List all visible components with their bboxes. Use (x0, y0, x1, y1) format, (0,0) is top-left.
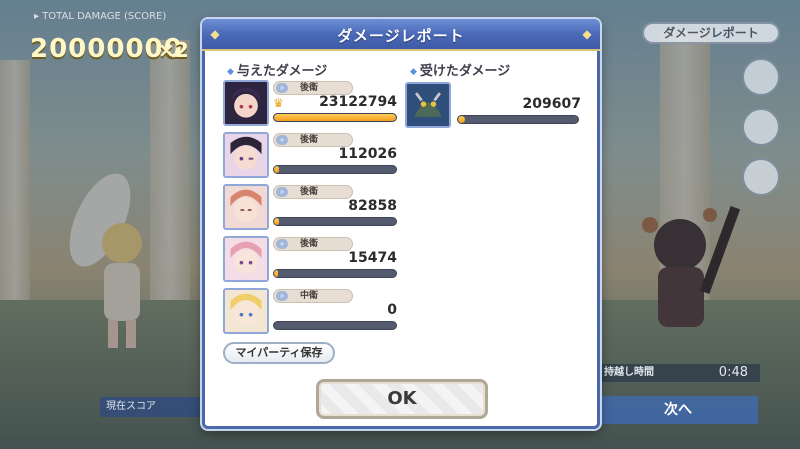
position-badge: » 後衛 (273, 185, 353, 199)
received-damage-header: ◆ 受けたダメージ (410, 60, 510, 79)
damage-value: 15474 (348, 250, 397, 266)
diamond-bullet-icon: ◆ (227, 67, 234, 77)
position-label: 中衛 (300, 291, 319, 301)
damage-value: 0 (387, 302, 397, 318)
position-icon: » (276, 83, 288, 93)
timer-label: 持越し時間 (604, 367, 654, 378)
boss-portrait[interactable] (405, 82, 451, 128)
dialog-title: ダメージレポート (337, 27, 465, 45)
damage-value: 82858 (348, 198, 397, 214)
damage-bar (273, 269, 397, 278)
position-badge: » 後衛 (273, 237, 353, 251)
damage-bar-fill (274, 218, 279, 225)
dealt-row: » 後衛 15474 (223, 236, 399, 282)
dealt-row: » 中衛 0 (223, 288, 399, 334)
damage-bar (273, 321, 397, 330)
damage-value: 23122794 (319, 94, 397, 110)
damage-report-button[interactable]: ダメージレポート (642, 22, 780, 44)
character-portrait[interactable] (223, 184, 269, 230)
position-label: 後衛 (300, 135, 319, 145)
damage-bar (273, 217, 397, 226)
position-label: 後衛 (300, 187, 319, 197)
next-button[interactable]: 次へ (598, 396, 758, 424)
position-icon: » (276, 135, 288, 145)
dealt-damage-header: ◆ 与えたダメージ (227, 60, 327, 79)
position-badge: » 中衛 (273, 289, 353, 303)
received-damage-value: 209607 (522, 96, 581, 112)
character-portrait[interactable] (223, 236, 269, 282)
crown-icon: ♛ (273, 96, 284, 110)
damage-bar-fill (274, 114, 396, 121)
received-damage-bar (457, 115, 579, 124)
dealt-damage-header-label: 与えたダメージ (236, 64, 328, 79)
settings-icon[interactable] (742, 158, 780, 196)
log-icon[interactable] (742, 108, 780, 146)
carryover-timer: 持越し時間 0:48 (600, 364, 760, 382)
score-label: ▸ TOTAL DAMAGE (SCORE) (34, 11, 167, 22)
position-label: 後衛 (300, 239, 319, 249)
ally-character-sprite (69, 173, 142, 348)
dealt-row: » 後衛 112026 (223, 132, 399, 178)
damage-bar (273, 113, 397, 122)
character-portrait[interactable] (223, 288, 269, 334)
position-badge: » 後衛 (273, 133, 353, 147)
position-label: 後衛 (300, 83, 319, 93)
damage-bar-fill (274, 166, 279, 173)
received-damage-header-label: 受けたダメージ (419, 64, 511, 79)
menu-icon[interactable] (742, 58, 780, 96)
position-icon: » (276, 187, 288, 197)
damage-bar (273, 165, 397, 174)
damage-value: 112026 (338, 146, 397, 162)
received-row: 209607 (405, 82, 583, 128)
character-portrait[interactable] (223, 132, 269, 178)
diamond-ornament-icon: ◆ (582, 27, 592, 41)
dealt-row: » 後衛 ♛ 23122794 (223, 80, 399, 126)
save-my-party-button[interactable]: マイパーティ保存 (223, 342, 335, 364)
diamond-bullet-icon: ◆ (410, 67, 417, 77)
position-icon: » (276, 239, 288, 249)
boss-character-sprite (642, 206, 741, 327)
ok-button[interactable]: OK (316, 379, 488, 419)
position-icon: » (276, 291, 288, 301)
position-badge: » 後衛 (273, 81, 353, 95)
damage-report-dialog: ◆ ダメージレポート ◆ ◆ 与えたダメージ ◆ 受けたダメージ » 後衛 ♛ 231… (202, 19, 600, 429)
received-damage-bar-fill (458, 116, 466, 123)
score-multiplier: ×2 (158, 38, 189, 62)
timer-value: 0:48 (718, 365, 748, 380)
dealt-row: » 後衛 82858 (223, 184, 399, 230)
character-portrait[interactable] (223, 80, 269, 126)
dialog-header: ◆ ダメージレポート ◆ (202, 19, 600, 51)
damage-bar-fill (274, 270, 278, 277)
